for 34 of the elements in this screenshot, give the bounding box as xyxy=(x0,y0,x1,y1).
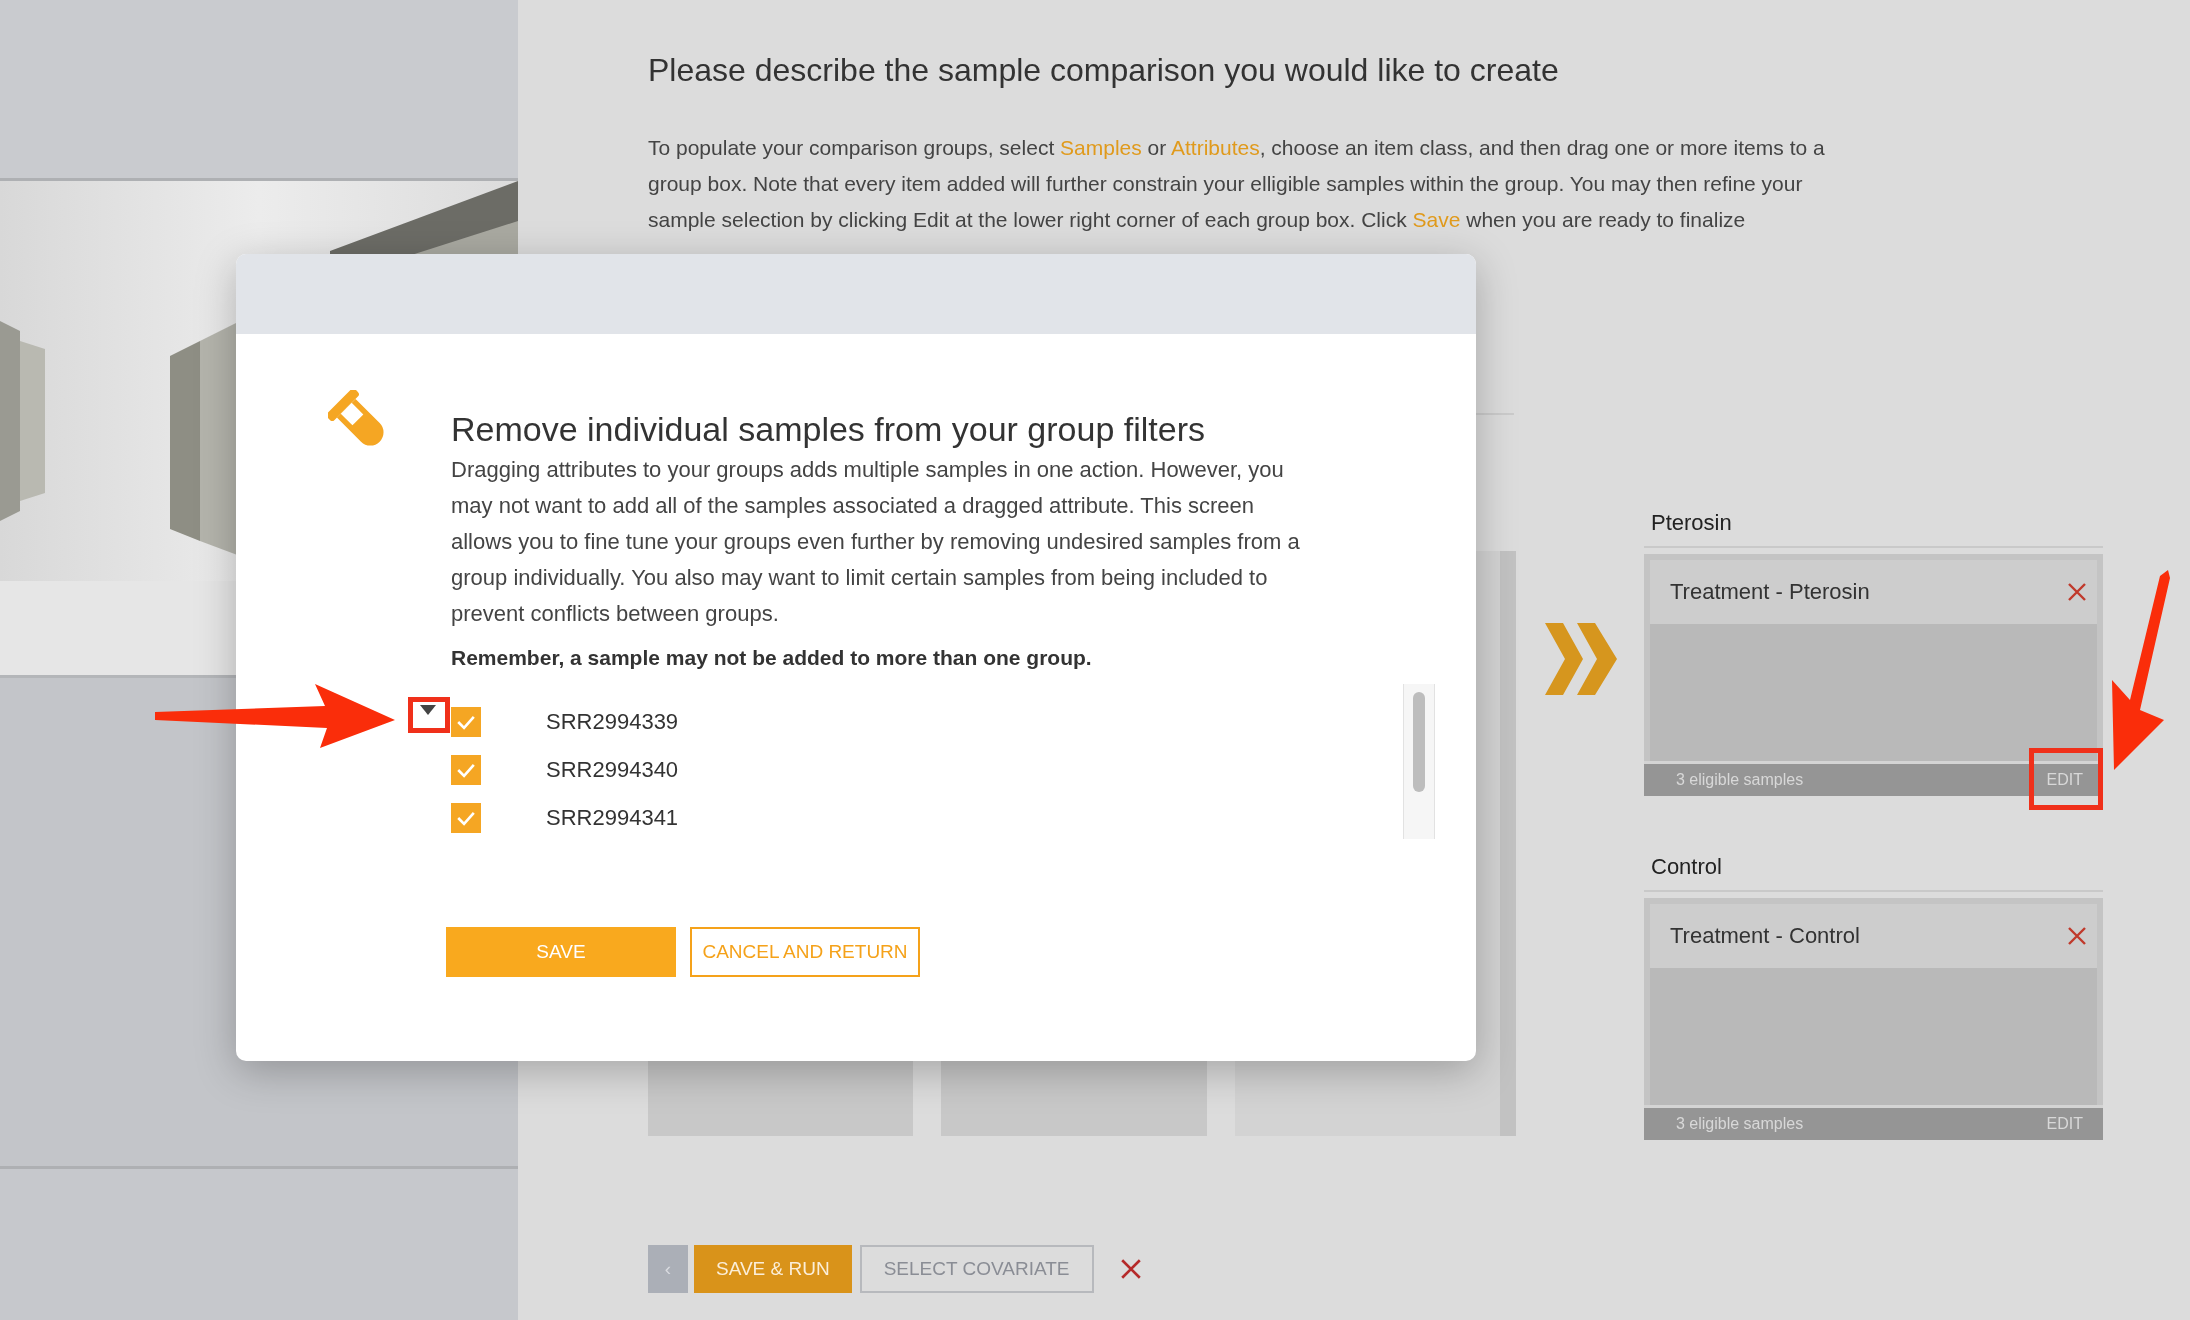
sample-id: SRR2994339 xyxy=(546,709,679,735)
close-icon[interactable] xyxy=(1119,1258,1142,1280)
cancel-button[interactable]: CANCEL AND RETURN xyxy=(690,927,920,977)
group-title: Pterosin xyxy=(1644,508,2103,548)
scrollbar[interactable] xyxy=(1403,684,1435,839)
edit-link[interactable]: EDIT xyxy=(2046,771,2083,789)
modal-heading: Remove individual samples from your group filters xyxy=(451,409,1206,450)
caret-icon[interactable] xyxy=(418,704,438,716)
covariate-button[interactable]: SELECT COVARIATE xyxy=(859,1245,1094,1293)
intro-paragraph: To populate your comparison groups, select Samples or Attributes, choose an item class, and then drag one or more items to a group box. Note that every item added will further constrain your elligible samples within the group. You may then refine your sample selection by clicking Edit at the lower right corner of each group box. Click Save when you are ready to finalize xyxy=(648,135,1826,233)
back-button[interactable]: ‹ xyxy=(648,1245,688,1293)
modal-description: Dragging attributes to your groups adds multiple samples in one action. However, you may not want to add all of the samples associated a dragged attribute. This screen allows you to fine tune your groups even further by removing undesired samples from a group individually. You also may want to limit certain samples from being included to prevent conflicts between groups. xyxy=(451,456,1301,628)
highlight-box xyxy=(408,697,450,733)
double-chevron-icon xyxy=(1545,623,1617,695)
save-button[interactable]: SAVE xyxy=(446,927,676,977)
modal-note: Remember, a sample may not be added to more than one group. xyxy=(451,646,1093,670)
checkbox[interactable] xyxy=(451,803,481,833)
close-icon[interactable] xyxy=(2067,582,2087,602)
page-title: Please describe the sample comparison you would like to create xyxy=(648,51,1560,90)
link[interactable]: Attributes xyxy=(1170,136,1260,159)
group-item-label: Treatment - Control xyxy=(1670,923,1860,949)
sample-count: 3 eligible samples xyxy=(1676,1115,1804,1133)
edit-link[interactable]: EDIT xyxy=(2046,1115,2083,1133)
sample-id: SRR2994340 xyxy=(546,757,679,783)
save-run-button[interactable]: SAVE & RUN xyxy=(694,1245,852,1293)
sample-count: 3 eligible samples xyxy=(1676,771,1804,789)
checkbox[interactable] xyxy=(451,755,481,785)
sample-id: SRR2994341 xyxy=(546,805,679,831)
link[interactable]: Save xyxy=(1412,208,1461,231)
link[interactable]: Samples xyxy=(1060,136,1142,159)
group-item-label: Treatment - Pterosin xyxy=(1670,579,1870,605)
close-icon[interactable] xyxy=(2067,926,2087,946)
checkbox[interactable] xyxy=(451,707,481,737)
group-title: Control xyxy=(1644,852,2103,892)
